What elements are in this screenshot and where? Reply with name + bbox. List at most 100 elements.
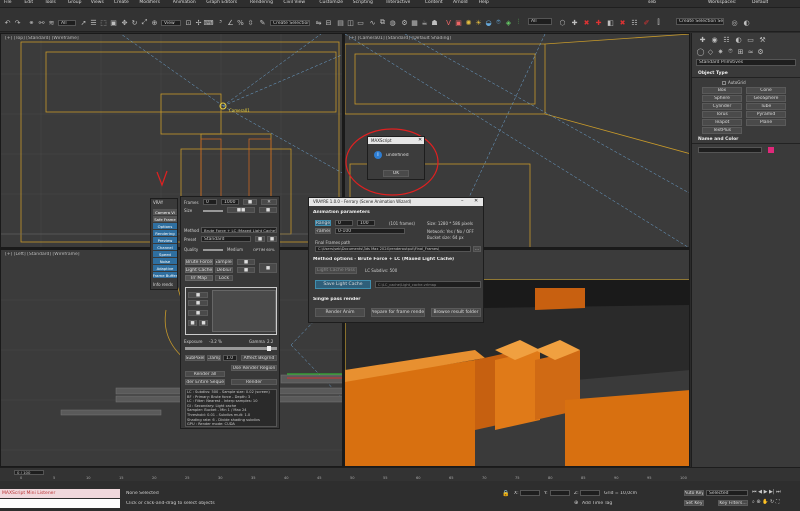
go-to-end-icon[interactable]: ⏭ bbox=[776, 489, 781, 495]
output-path-field[interactable]: C:\Users\seb\Documents\3ds Max 2024\rend… bbox=[315, 246, 471, 252]
create-cylinder-button[interactable]: Cylinder bbox=[702, 103, 742, 110]
clear-region-button[interactable]: ■ bbox=[199, 320, 208, 326]
reference-coordinate-dropdown[interactable]: View bbox=[161, 20, 181, 26]
side-menu-item[interactable]: Safe Frame bbox=[153, 216, 177, 222]
lock-button[interactable]: Lock bbox=[215, 275, 233, 281]
hide-icon[interactable]: ◐ bbox=[742, 18, 751, 27]
geometry-icon[interactable]: ◯ bbox=[696, 47, 705, 56]
undo-icon[interactable]: ↶ bbox=[3, 18, 12, 27]
size-preset-button[interactable]: ■■ bbox=[227, 207, 255, 213]
menu-modifiers[interactable]: Modifiers bbox=[139, 0, 160, 7]
menu-animation[interactable]: Animation bbox=[173, 0, 196, 7]
shapes-icon[interactable]: ◇ bbox=[706, 47, 715, 56]
menu-interactive[interactable]: Interactive bbox=[386, 0, 410, 7]
render-iterative-icon[interactable]: ☗ bbox=[430, 18, 439, 27]
hierarchy-tab-icon[interactable]: ☷ bbox=[722, 35, 731, 44]
menu-rendering[interactable]: Rendering bbox=[250, 0, 273, 7]
option-1-button[interactable]: ■ bbox=[237, 259, 255, 265]
zoom-all-icon[interactable]: ⊕ bbox=[756, 499, 760, 505]
rotate-icon[interactable]: ↻ bbox=[130, 18, 139, 27]
method-dropdown[interactable]: Brute Force + LC (Maxed Light Cache) bbox=[201, 227, 277, 233]
window-crossing-icon[interactable]: ▣ bbox=[109, 18, 118, 27]
primitive-type-dropdown[interactable]: Standard Primitives bbox=[696, 59, 796, 66]
red-cross-icon[interactable]: ✖ bbox=[582, 18, 591, 27]
key-mode-dropdown[interactable]: Selected bbox=[706, 490, 748, 496]
keyboard-shortcut-icon[interactable]: ⌨ bbox=[203, 18, 213, 27]
graphite-icon[interactable]: ✚ bbox=[594, 18, 603, 27]
frames-close-button[interactable]: ✕ bbox=[261, 199, 277, 205]
menu-civil-view[interactable]: Civil View bbox=[283, 0, 305, 7]
curve-editor-icon[interactable]: ∿ bbox=[368, 18, 377, 27]
menu-group[interactable]: Group bbox=[68, 0, 82, 7]
menu-arnold[interactable]: Arnold bbox=[453, 0, 468, 7]
ok-button[interactable]: OK bbox=[383, 170, 409, 177]
frames-end-field[interactable]: 1000 bbox=[221, 199, 239, 205]
set-key-button[interactable]: Set Key bbox=[684, 500, 704, 506]
scene-states-icon[interactable]: ◧ bbox=[606, 18, 615, 27]
affect-bkgrnd-button[interactable]: Affect Bkgrnd bbox=[241, 355, 277, 361]
range-button[interactable]: Range bbox=[315, 220, 331, 226]
size-slider[interactable] bbox=[203, 210, 223, 212]
orbit-icon[interactable]: ↻ bbox=[770, 499, 774, 505]
vray-camera-icon[interactable]: ⌾ bbox=[494, 18, 503, 27]
menu-views[interactable]: Views bbox=[91, 0, 104, 7]
go-to-start-icon[interactable]: ⏮ bbox=[752, 489, 757, 495]
object-type-rollout-header[interactable]: Object Type bbox=[692, 69, 800, 78]
option-3-button[interactable]: ■ bbox=[259, 263, 277, 273]
motion-tab-icon[interactable]: ◐ bbox=[734, 35, 743, 44]
maximize-viewport-icon[interactable]: ⛶ bbox=[776, 499, 780, 505]
snaps-toggle-icon[interactable]: ³ bbox=[216, 18, 225, 27]
helpers-icon[interactable]: ⊞ bbox=[736, 47, 745, 56]
side-menu-footer[interactable]: Info rends bbox=[153, 282, 173, 287]
pan-icon[interactable]: ✋ bbox=[762, 499, 768, 505]
side-menu-item[interactable]: Noise bbox=[153, 258, 177, 264]
name-and-color-rollout-header[interactable]: Name and Color bbox=[692, 135, 800, 144]
edit-named-selection-icon[interactable]: ✎ bbox=[258, 18, 267, 27]
use-region-button[interactable]: Use Render Region bbox=[231, 365, 277, 371]
ribbon-icon[interactable]: ▭ bbox=[356, 18, 365, 27]
vray-icon[interactable]: V bbox=[444, 18, 453, 27]
move-icon[interactable]: ✥ bbox=[120, 18, 129, 27]
lights-icon[interactable]: ✷ bbox=[716, 47, 725, 56]
side-menu-item[interactable]: Adaptive bbox=[153, 265, 177, 271]
z-coordinate-field[interactable] bbox=[580, 490, 600, 496]
brute-force-button[interactable]: Brute Force bbox=[185, 259, 213, 265]
close-icon[interactable]: ✕ bbox=[418, 137, 422, 143]
size-apply-button[interactable]: ■ bbox=[259, 207, 277, 213]
unlink-icon[interactable]: ⚯ bbox=[37, 18, 46, 27]
clamp-value-field[interactable]: 1.0 bbox=[223, 355, 237, 361]
previous-frame-icon[interactable]: ◀ bbox=[758, 489, 762, 495]
preset-load-button[interactable]: ■ bbox=[267, 236, 277, 242]
create-geosphere-button[interactable]: GeoSphere bbox=[746, 95, 786, 102]
side-menu-item[interactable]: Preview bbox=[153, 237, 177, 243]
frames-set-button[interactable]: ■ bbox=[243, 199, 257, 205]
create-cone-button[interactable]: Cone bbox=[746, 87, 786, 94]
maxscript-listener-second[interactable] bbox=[0, 499, 120, 508]
menu-file[interactable]: File bbox=[4, 0, 12, 7]
x-coordinate-field[interactable] bbox=[520, 490, 540, 496]
menu-create[interactable]: Create bbox=[114, 0, 129, 7]
option-2-button[interactable]: ■ bbox=[237, 267, 255, 273]
side-menu-item[interactable]: Frame Buffer bbox=[153, 272, 177, 278]
named-selection-sets-dropdown[interactable]: Create Selection Se bbox=[270, 20, 310, 26]
side-menu-item[interactable]: Camera Vi bbox=[153, 209, 177, 215]
edit-poly-icon[interactable]: ⬡ bbox=[558, 18, 567, 27]
select-manipulate-icon[interactable]: ✢ bbox=[194, 18, 203, 27]
display-tab-icon[interactable]: ▭ bbox=[746, 35, 755, 44]
zoom-icon[interactable]: ⌕ bbox=[752, 499, 755, 505]
render-all-button[interactable]: Render all bbox=[185, 371, 225, 377]
preset-save-button[interactable]: ■ bbox=[255, 236, 265, 242]
light-cache-button[interactable]: Light Cache bbox=[185, 267, 213, 273]
wizard-minimize-icon[interactable]: – bbox=[461, 198, 464, 204]
layer-manager-icon[interactable]: ⫿ bbox=[654, 18, 663, 27]
time-slider[interactable]: 0 / 100 bbox=[14, 470, 44, 475]
create-sphere-button[interactable]: Sphere bbox=[702, 95, 742, 102]
vfb-button[interactable]: ■ bbox=[188, 292, 208, 298]
vray-sun-icon[interactable]: ☀ bbox=[474, 18, 483, 27]
render-production-icon[interactable]: ☕ bbox=[420, 18, 429, 27]
side-menu-item[interactable]: Channel bbox=[153, 244, 177, 250]
frames-field[interactable]: 0-100 bbox=[335, 228, 405, 234]
systems-icon[interactable]: ⚙ bbox=[756, 47, 765, 56]
create-tube-button[interactable]: Tube bbox=[746, 103, 786, 110]
space-warps-icon[interactable]: ≈ bbox=[746, 47, 755, 56]
